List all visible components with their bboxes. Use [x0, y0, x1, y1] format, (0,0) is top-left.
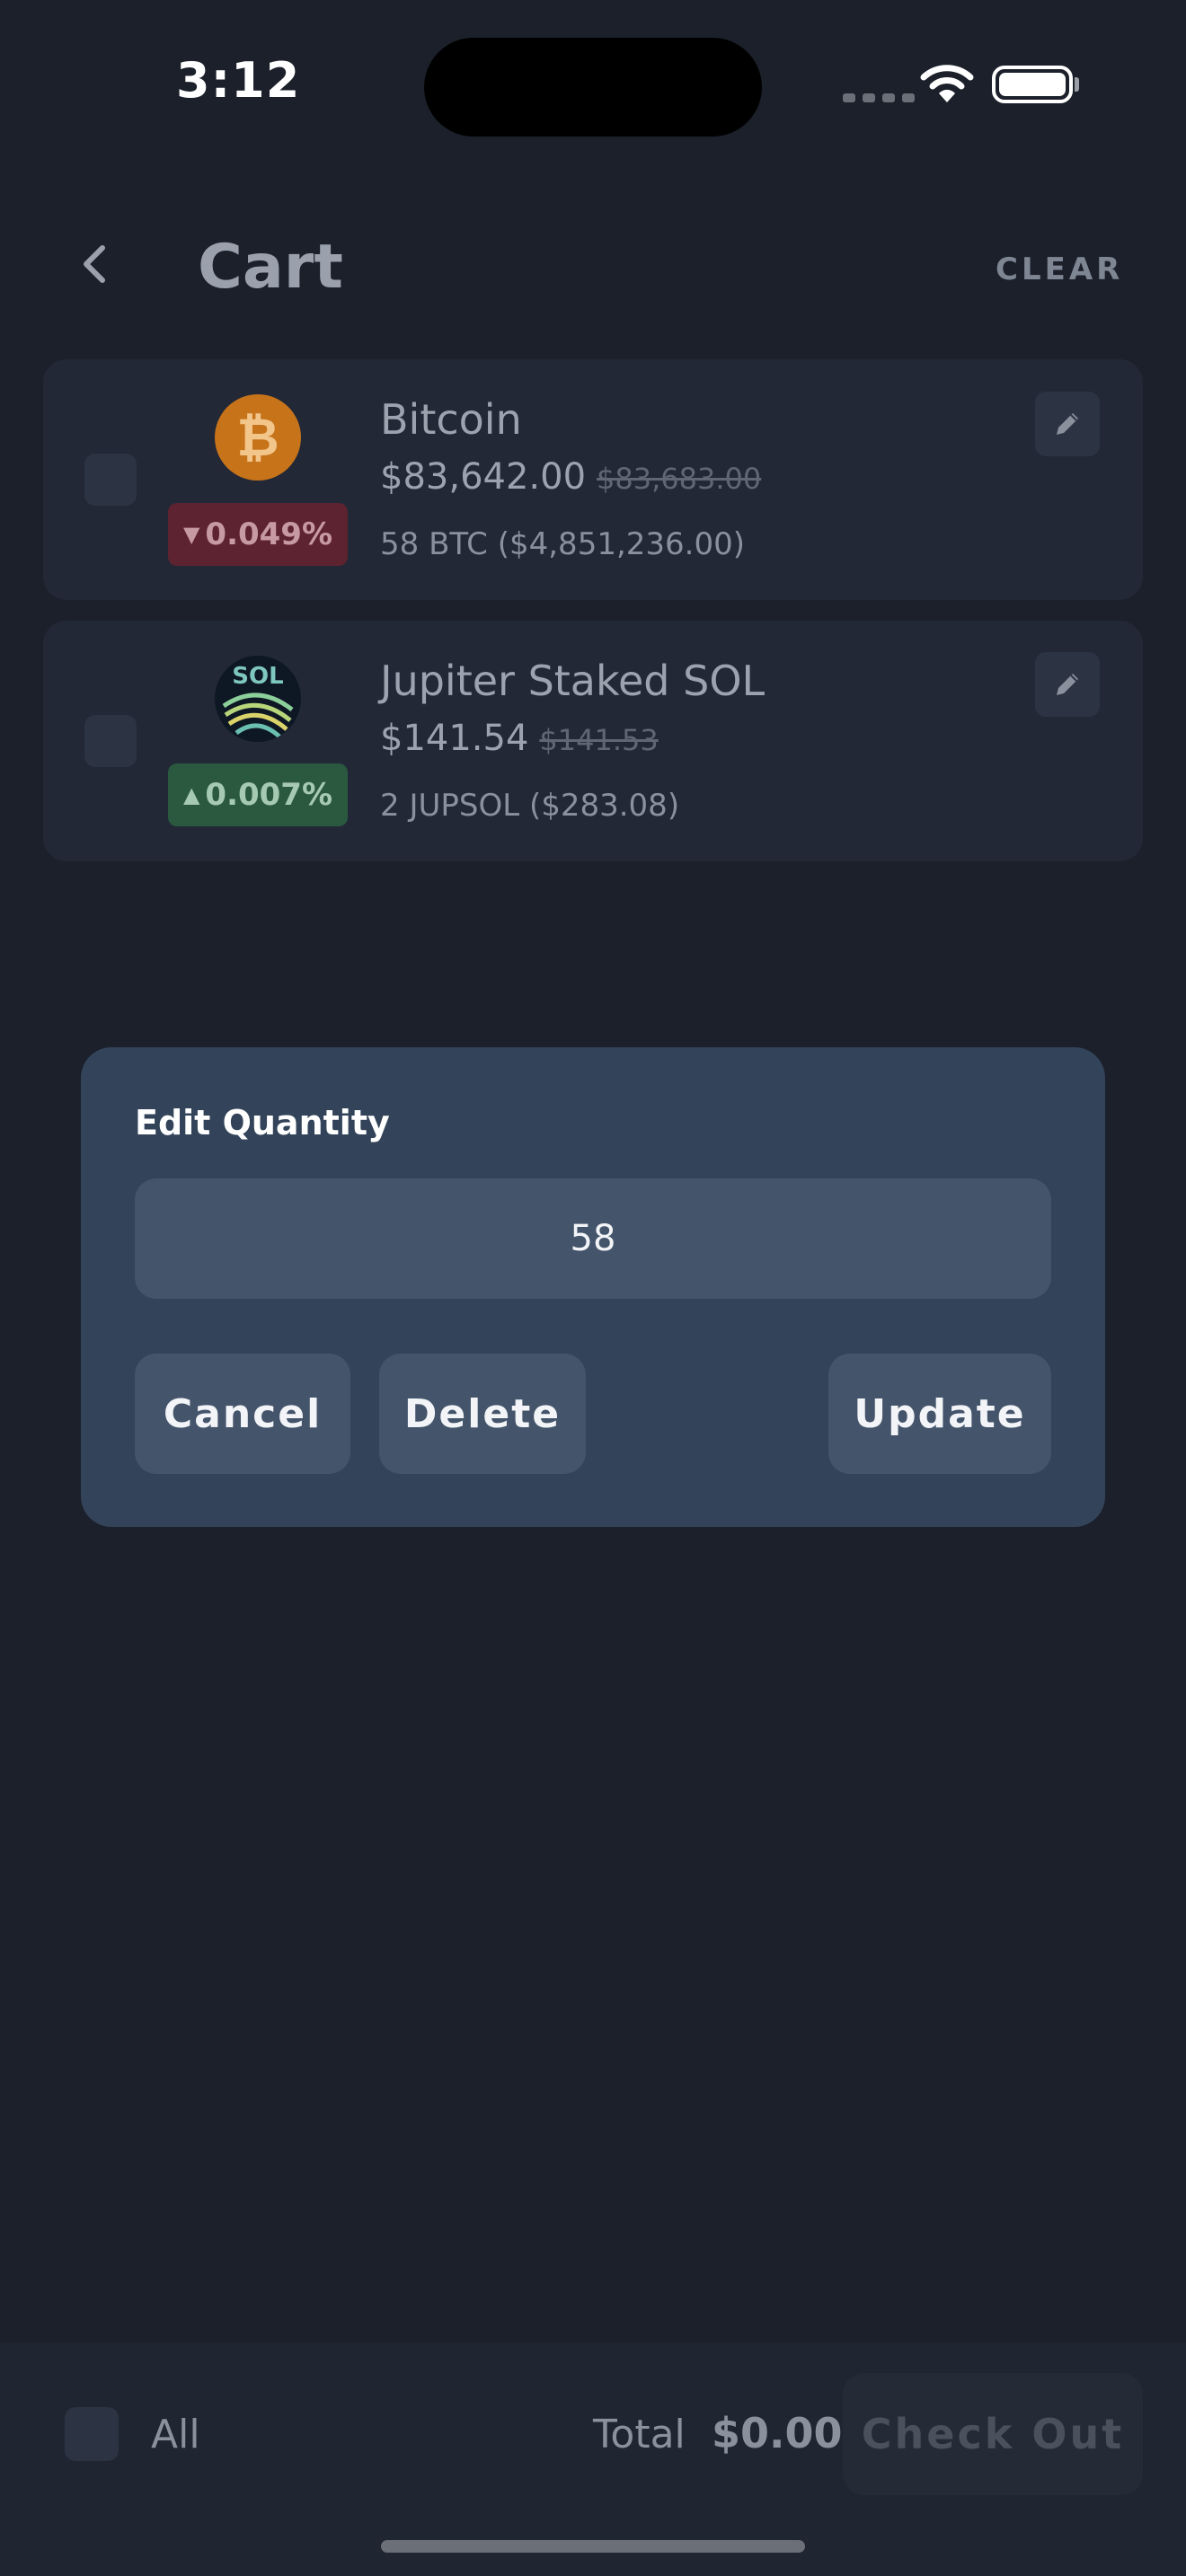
pencil-icon [1057, 413, 1078, 435]
battery-tip [1075, 77, 1079, 92]
item-old-price: $141.53 [539, 723, 659, 757]
dynamic-island [424, 38, 762, 137]
item-price: $83,642.00 [380, 456, 587, 498]
page-title: Cart [198, 232, 343, 303]
cancel-button[interactable]: Cancel [135, 1354, 350, 1474]
chevron-left-icon [84, 245, 105, 283]
checkout-button[interactable]: Check Out [843, 2373, 1143, 2495]
item-price: $141.54 [380, 718, 529, 759]
jupsol-icon: SOL [215, 656, 301, 742]
item-name: Bitcoin [380, 395, 522, 444]
select-all-checkbox[interactable] [65, 2407, 119, 2461]
select-all-label: All [151, 2412, 200, 2457]
wifi-icon [920, 63, 974, 108]
edit-button[interactable] [1035, 392, 1100, 456]
item-quantity: 58 BTC ($4,851,236.00) [380, 526, 745, 562]
caret-down-icon: ▼ [182, 522, 200, 547]
pencil-icon [1057, 674, 1078, 695]
item-checkbox[interactable] [84, 454, 137, 506]
update-button[interactable]: Update [828, 1354, 1051, 1474]
bitcoin-icon: ₿ [215, 394, 301, 481]
back-button[interactable] [77, 243, 110, 296]
item-checkbox[interactable] [84, 715, 137, 767]
delete-button[interactable]: Delete [379, 1354, 586, 1474]
edit-button[interactable] [1035, 652, 1100, 717]
total-value: $0.00 [712, 2409, 843, 2457]
total-label: Total [593, 2412, 686, 2457]
change-badge: ▲ 0.007% [168, 763, 348, 826]
item-price-row: $141.54 $141.53 [380, 718, 659, 759]
dialog-title: Edit Quantity [135, 1103, 390, 1142]
quantity-input[interactable] [135, 1178, 1051, 1299]
home-indicator[interactable] [381, 2540, 805, 2553]
item-old-price: $83,683.00 [597, 462, 762, 496]
change-badge: ▼ 0.049% [168, 503, 348, 566]
item-price-row: $83,642.00 $83,683.00 [380, 456, 761, 498]
item-quantity: 2 JUPSOL ($283.08) [380, 788, 680, 824]
battery-icon [992, 66, 1073, 103]
item-name: Jupiter Staked SOL [380, 657, 766, 705]
caret-up-icon: ▲ [182, 782, 200, 807]
signal-icon [843, 93, 916, 104]
status-time: 3:12 [176, 52, 301, 109]
clear-button[interactable]: CLEAR [996, 251, 1123, 287]
